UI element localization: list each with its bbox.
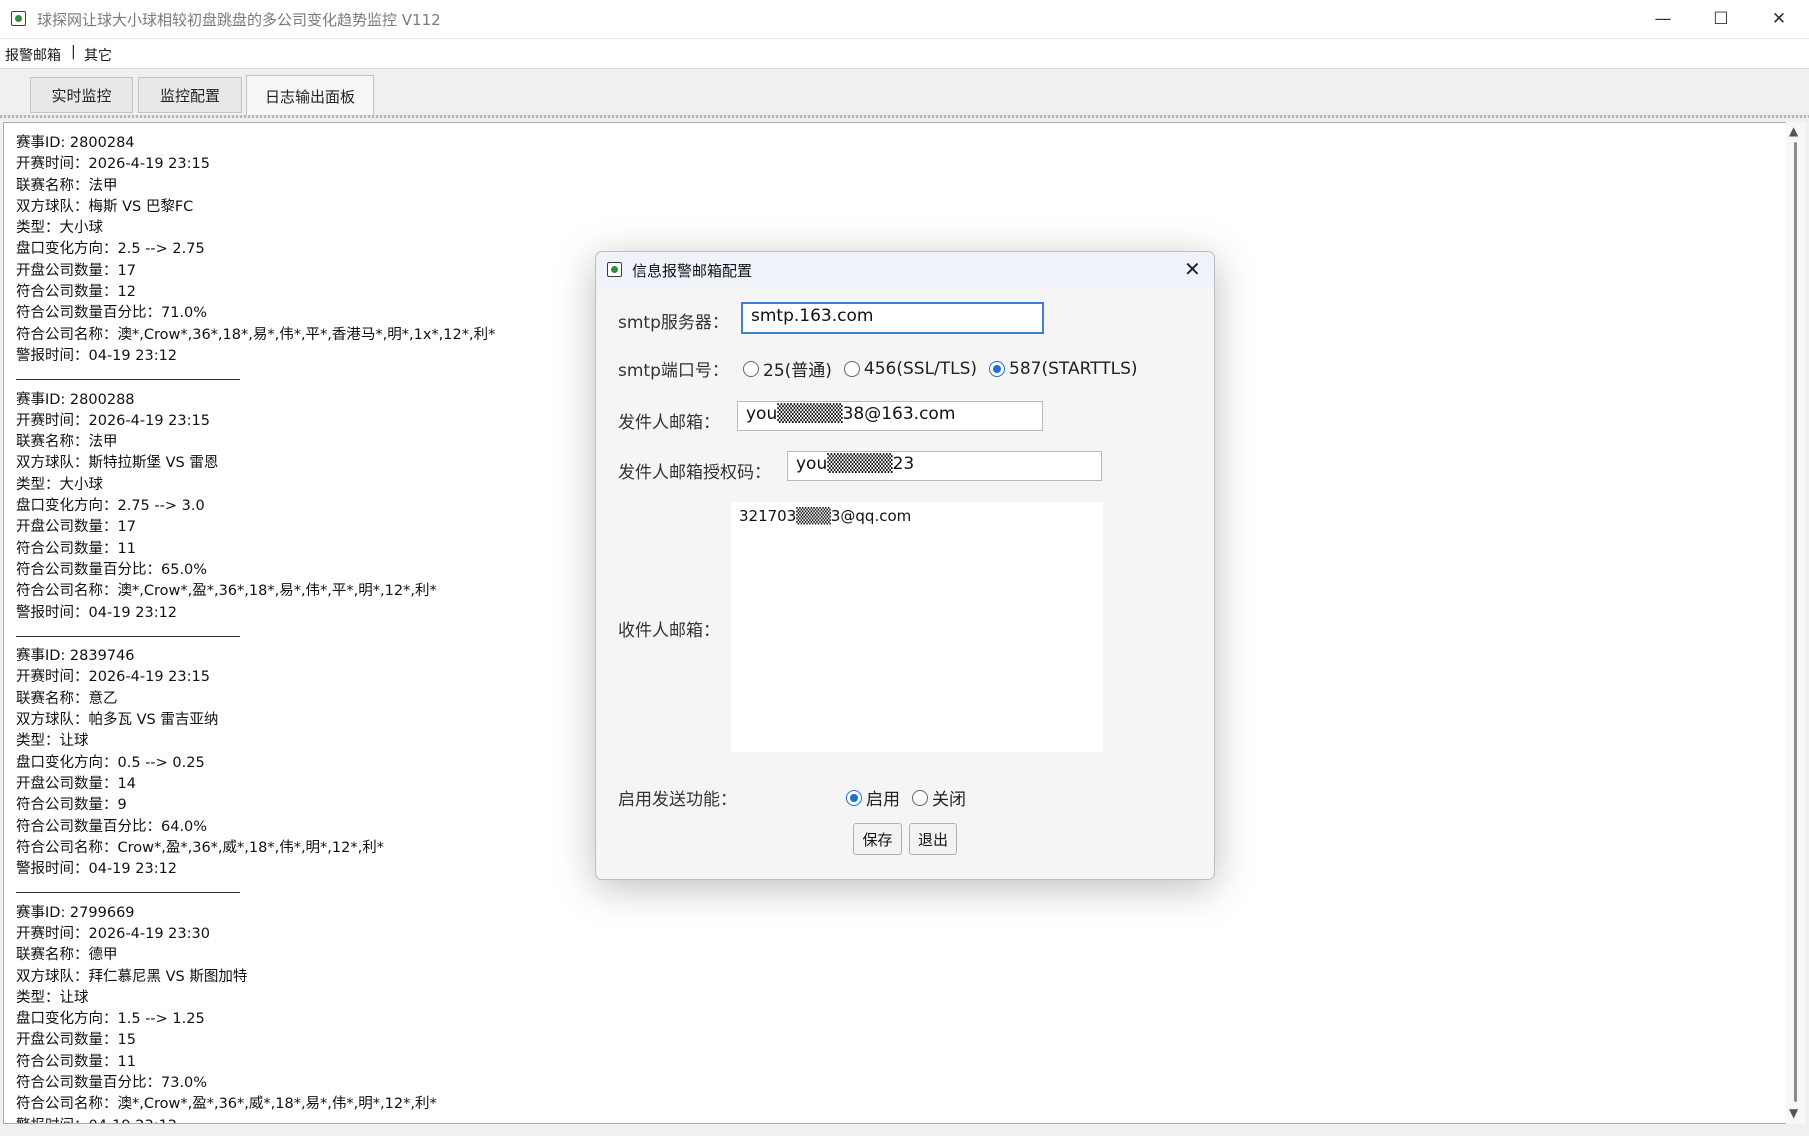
log-line: 开赛时间：2026-4-19 23:30 <box>16 925 210 942</box>
log-line: 符合公司数量百分比：71.0% <box>16 305 208 322</box>
log-line: 开盘公司数量：14 <box>16 775 136 792</box>
smtp-port-radio-group: 25(普通) 456(SSL/TLS) 587(STARTTLS) <box>743 356 1150 381</box>
log-line: 双方球队：拜仁慕尼黑 VS 斯图加特 <box>16 968 248 985</box>
tab-log-output[interactable]: 日志输出面板 <box>246 75 374 117</box>
log-line: 赛事ID: 2799669 <box>16 904 135 921</box>
log-scrollbar[interactable]: ▲ ▼ <box>1786 122 1806 1124</box>
radio-port-25[interactable] <box>743 360 759 377</box>
radio-port-587[interactable] <box>989 360 1006 377</box>
log-line: 符合公司数量：9 <box>16 797 127 814</box>
port-option-456[interactable]: 456(SSL/TLS) <box>843 359 977 379</box>
log-line: 类型：大小球 <box>16 220 103 237</box>
save-button[interactable]: 保存 <box>853 823 902 855</box>
log-line: 警报时间：04-19 23:12 <box>16 604 178 621</box>
smtp-port-label: smtp端口号： <box>618 361 729 381</box>
log-line: 符合公司名称：Crow*,盈*,36*,威*,18*,伟*,明*,12*,利* <box>16 839 384 856</box>
dialog-app-icon <box>607 262 622 277</box>
dialog-title: 信息报警邮箱配置 <box>632 262 753 280</box>
window-title: 球探网让球大小球相较初盘跳盘的多公司变化趋势监控 V112 <box>37 11 441 29</box>
scroll-down-icon[interactable]: ▼ <box>1789 1106 1798 1120</box>
enable-send-radio-group: 启用 关闭 <box>846 785 978 810</box>
dialog-close-icon[interactable]: ✕ <box>1184 257 1201 281</box>
app-logo-icon <box>11 11 26 26</box>
log-content: 赛事ID: 2800284 开赛时间：2026-4-19 23:15 联赛名称：法甲… <box>16 133 496 1123</box>
log-line: 类型：让球 <box>16 733 89 750</box>
log-line: 盘口变化方向：2.5 --> 2.75 <box>16 241 205 258</box>
log-line: 警报时间：04-19 23:12 <box>16 347 178 364</box>
enable-option-off[interactable]: 关闭 <box>912 785 966 810</box>
recipient-email-textarea[interactable]: 321703▒▒▒3@qq.com <box>731 502 1103 752</box>
tab-monitor-config[interactable]: 监控配置 <box>138 77 242 113</box>
radio-enable-off[interactable] <box>912 789 928 806</box>
log-line: 盘口变化方向：2.75 --> 3.0 <box>16 498 205 515</box>
auth-code-label: 发件人邮箱授权码： <box>618 463 771 483</box>
log-line: 赛事ID: 2800284 <box>16 135 135 151</box>
log-line: 符合公司名称：澳*,Crow*,36*,18*,易*,伟*,平*,香港马*,明*… <box>16 326 496 343</box>
log-line: 开赛时间：2026-4-19 23:15 <box>16 669 210 686</box>
radio-port-456[interactable] <box>843 360 860 377</box>
log-line: 盘口变化方向：1.5 --> 1.25 <box>16 1011 205 1028</box>
log-line: 类型：大小球 <box>16 476 103 493</box>
maximize-button[interactable]: ☐ <box>1692 0 1750 38</box>
smtp-server-input[interactable]: smtp.163.com <box>741 302 1044 334</box>
log-line: 联赛名称：德甲 <box>16 947 118 964</box>
log-line: 符合公司名称：澳*,Crow*,盈*,36*,18*,易*,伟*,平*,明*,1… <box>16 583 437 600</box>
log-line: 联赛名称：意乙 <box>16 690 118 707</box>
enable-send-label: 启用发送功能： <box>618 790 737 810</box>
scroll-thumb[interactable] <box>1794 142 1797 1102</box>
log-line: 双方球队：帕多瓦 VS 雷吉亚纳 <box>16 712 219 729</box>
log-line: 符合公司数量百分比：64.0% <box>16 818 208 835</box>
log-line: 符合公司数量：11 <box>16 1053 136 1070</box>
auth-code-input[interactable]: you▒▒▒▒▒23 <box>787 451 1102 481</box>
log-line: 双方球队：斯特拉斯堡 VS 雷恩 <box>16 455 219 472</box>
recipient-email-label: 收件人邮箱： <box>618 621 720 641</box>
log-line: 警报时间：04-19 23:12 <box>16 861 178 878</box>
log-line: 类型：让球 <box>16 989 89 1006</box>
log-line: 开赛时间：2026-4-19 23:15 <box>16 156 210 173</box>
enable-option-on[interactable]: 启用 <box>846 785 900 810</box>
log-line: 开盘公司数量：15 <box>16 1032 136 1049</box>
minimize-button[interactable]: — <box>1634 0 1692 38</box>
menu-bar: 报警邮箱 | 其它 <box>0 39 1809 68</box>
port-option-587[interactable]: 587(STARTTLS) <box>989 359 1138 379</box>
log-line: 双方球队：梅斯 VS 巴黎FC <box>16 198 194 215</box>
window-titlebar: 球探网让球大小球相较初盘跳盘的多公司变化趋势监控 V112 — ☐ ✕ <box>0 0 1809 39</box>
tab-divider <box>0 115 1809 118</box>
sender-email-input[interactable]: you▒▒▒▒▒38@163.com <box>737 401 1043 431</box>
log-line: 警报时间：04-19 23:12 <box>16 1116 495 1123</box>
log-line: 开赛时间：2026-4-19 23:15 <box>16 412 210 429</box>
sender-email-label: 发件人邮箱： <box>618 413 720 433</box>
scroll-up-icon[interactable]: ▲ <box>1789 124 1798 138</box>
tab-realtime-monitor[interactable]: 实时监控 <box>30 77 133 113</box>
log-line: 符合公司名称：澳*,Crow*,盈*,36*,威*,18*,易*,伟*,明*,1… <box>16 1096 437 1113</box>
log-separator <box>16 624 240 637</box>
log-line: 赛事ID: 2839746 <box>16 648 135 665</box>
log-line: 符合公司数量：12 <box>16 284 136 301</box>
log-line: 盘口变化方向：0.5 --> 0.25 <box>16 754 205 771</box>
log-line: 开盘公司数量：17 <box>16 262 136 279</box>
log-separator <box>16 880 240 894</box>
log-line: 符合公司数量百分比：73.0% <box>16 1075 208 1092</box>
log-line: 符合公司数量百分比：65.0% <box>16 561 208 578</box>
exit-button[interactable]: 退出 <box>909 823 957 855</box>
dialog-titlebar: 信息报警邮箱配置 ✕ <box>596 252 1214 288</box>
log-line: 赛事ID: 2800288 <box>16 391 135 408</box>
close-button[interactable]: ✕ <box>1750 0 1808 38</box>
smtp-server-label: smtp服务器： <box>618 313 729 333</box>
menu-other[interactable]: 其它 <box>84 45 112 65</box>
log-line: 符合公司数量：11 <box>16 540 136 557</box>
radio-enable-on[interactable] <box>846 789 862 806</box>
menu-separator: | <box>71 44 76 60</box>
port-option-25[interactable]: 25(普通) <box>743 356 832 381</box>
email-config-dialog: 信息报警邮箱配置 ✕ smtp服务器： smtp.163.com smtp端口号… <box>595 251 1215 880</box>
log-line: 联赛名称：法甲 <box>16 177 118 194</box>
log-line: 开盘公司数量：17 <box>16 519 136 536</box>
log-line: 联赛名称：法甲 <box>16 434 118 451</box>
log-separator <box>16 367 240 381</box>
tab-bar: 实时监控 监控配置 日志输出面板 <box>0 68 1809 119</box>
menu-alarm-email[interactable]: 报警邮箱 <box>5 45 61 65</box>
